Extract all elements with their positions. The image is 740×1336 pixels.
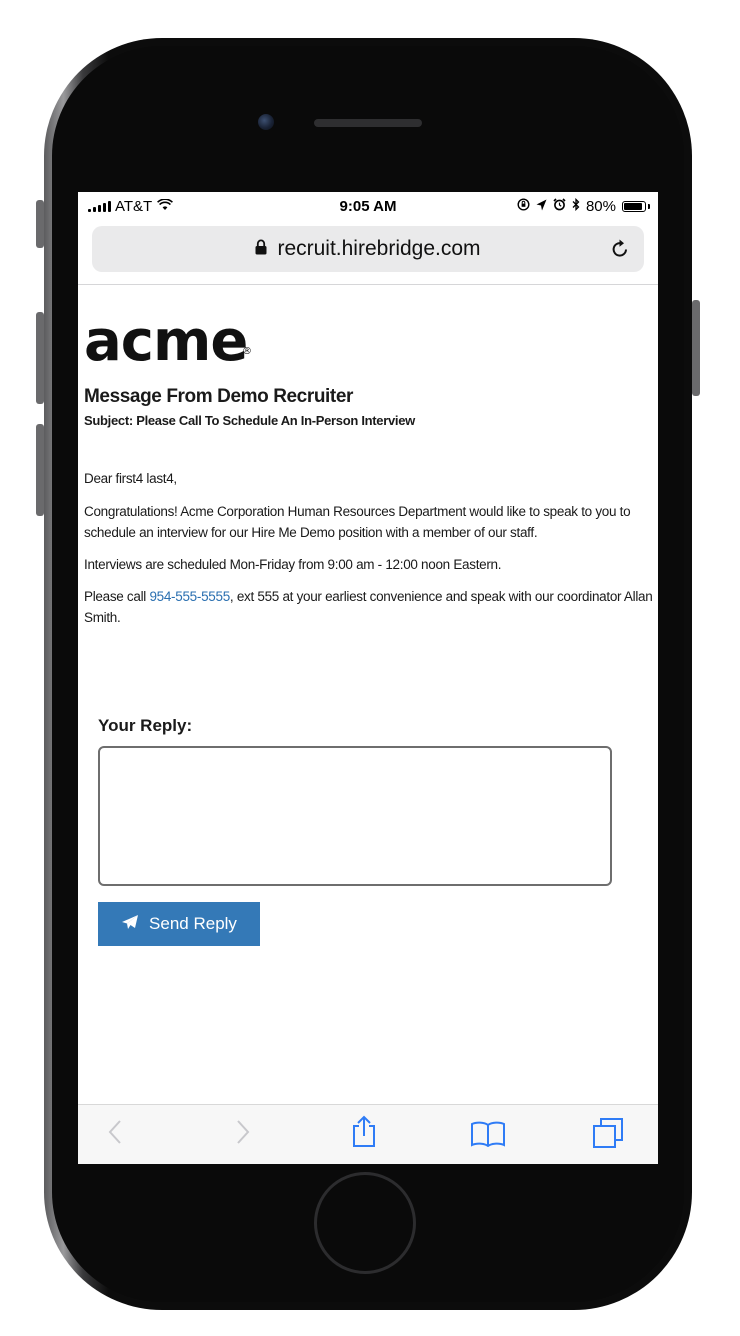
registered-mark: ®	[242, 346, 252, 357]
location-icon	[536, 198, 547, 215]
send-reply-label: Send Reply	[149, 914, 237, 933]
address-bar[interactable]: recruit.hirebridge.com	[92, 226, 644, 272]
status-right: 80%	[517, 197, 650, 215]
share-icon[interactable]	[352, 1115, 376, 1152]
bluetooth-icon	[572, 197, 580, 215]
reload-icon[interactable]	[610, 238, 630, 265]
greeting: Dear first4 last4,	[84, 471, 177, 486]
forward-icon[interactable]	[236, 1119, 250, 1150]
send-reply-button[interactable]: Send Reply	[98, 902, 260, 946]
email-content: acme ® Message From Demo Recruiter Subje…	[84, 312, 656, 628]
safari-toolbar	[78, 1104, 658, 1164]
battery-percent: 80%	[585, 198, 616, 215]
paragraph-call: Please call 954-555-5555, ext 555 at you…	[84, 586, 656, 628]
paper-plane-icon	[121, 914, 139, 935]
message-title: Message From Demo Recruiter	[84, 386, 354, 407]
back-icon[interactable]	[108, 1119, 122, 1150]
alarm-icon	[553, 198, 566, 215]
silent-switch	[36, 200, 44, 248]
message-subject: Subject: Please Call To Schedule An In-P…	[84, 413, 415, 428]
volume-up-button	[36, 312, 44, 404]
lock-icon	[255, 239, 267, 260]
acme-logo: acme ®	[84, 312, 254, 376]
call-text-before: Please call	[84, 589, 150, 604]
bookmarks-icon[interactable]	[470, 1121, 506, 1152]
paragraph-congratulations: Congratulations! Acme Corporation Human …	[84, 504, 631, 540]
home-button[interactable]	[314, 1172, 416, 1274]
battery-nub	[648, 204, 650, 209]
browser-divider	[78, 284, 658, 285]
power-button	[692, 300, 700, 396]
front-camera	[258, 114, 274, 130]
rotation-lock-icon	[517, 198, 530, 215]
battery-icon	[622, 201, 646, 212]
reply-textarea[interactable]	[98, 746, 612, 886]
volume-down-button	[36, 424, 44, 516]
url-text: recruit.hirebridge.com	[277, 237, 481, 260]
reply-label: Your Reply:	[98, 716, 193, 735]
status-bar: AT&T 9:05 AM 80%	[78, 192, 658, 222]
phone-link[interactable]: 954-555-5555	[149, 589, 230, 604]
phone-screen: AT&T 9:05 AM 80% recruit.hirebridge.com …	[78, 192, 658, 1164]
logo-text: acme	[84, 309, 248, 374]
earpiece-speaker	[314, 119, 422, 127]
paragraph-schedule: Interviews are scheduled Mon-Friday from…	[84, 557, 502, 572]
tabs-icon[interactable]	[592, 1117, 624, 1154]
